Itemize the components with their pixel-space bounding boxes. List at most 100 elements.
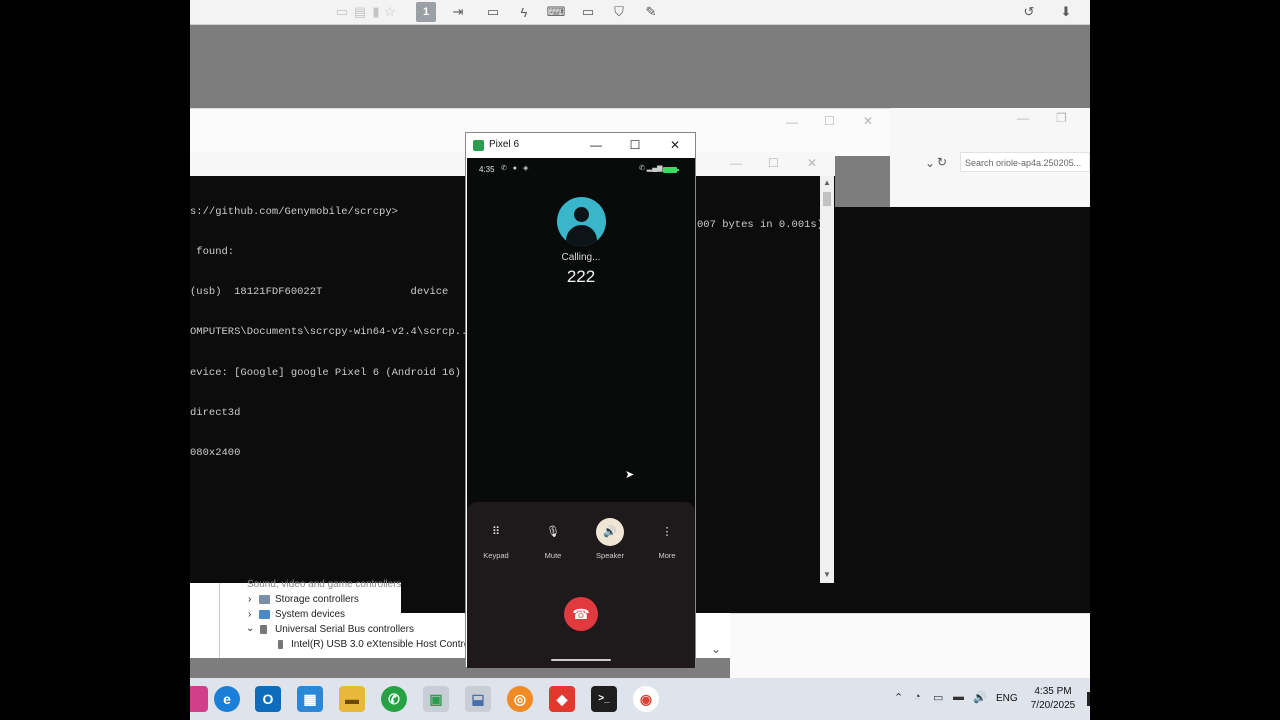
- network-icon[interactable]: ◔: [914, 691, 921, 703]
- phone-screen[interactable]: 4:35 ✆ ● ◈ ✆ ▂▄▆ Calling... 222 ⠿ Keypad…: [467, 158, 695, 668]
- dialed-number: 222: [566, 267, 596, 286]
- terminal-scrollbar[interactable]: ▲ ▼: [820, 176, 834, 583]
- speaker-icon: 🔊: [596, 518, 624, 546]
- terminal-line: 007 bytes in 0.001s): [697, 219, 824, 231]
- terminal-line: direct3d: [190, 406, 241, 419]
- browser-icon[interactable]: ◎: [507, 686, 533, 712]
- speaker-button[interactable]: 🔊 Speaker: [590, 518, 630, 560]
- avatar-body: [566, 225, 597, 246]
- tree-expander[interactable]: ›: [248, 609, 251, 620]
- tree-expander[interactable]: ›: [248, 594, 251, 605]
- terminal-line: (usb) 18121FDF60022T device: [190, 286, 449, 299]
- screen-icon[interactable]: ▭: [578, 2, 598, 22]
- history-icon[interactable]: ↺: [1019, 2, 1039, 22]
- taskbar-edge: [1087, 692, 1090, 706]
- lightning-icon[interactable]: ϟ: [514, 2, 534, 22]
- mouse-cursor-icon: ➤: [625, 469, 635, 481]
- notification-icons: ✆ ● ◈: [501, 165, 531, 172]
- minimize-icon[interactable]: —: [586, 136, 606, 154]
- chat-icon[interactable]: ▭: [483, 2, 503, 22]
- battery-tray-icon[interactable]: ▬: [953, 691, 964, 703]
- whatsapp-icon[interactable]: ✆: [381, 686, 407, 712]
- usb-icon: [260, 625, 267, 634]
- battery-icon: [663, 167, 679, 173]
- end-call-button[interactable]: ☎: [564, 597, 598, 631]
- avatar-head: [574, 207, 589, 222]
- store-icon[interactable]: ▦: [297, 686, 323, 712]
- file-explorer-icon[interactable]: ▬: [339, 686, 365, 712]
- terminal-line: s://github.com/Genymobile/scrcpy>: [190, 205, 398, 218]
- anydesk-icon[interactable]: ◆: [549, 686, 575, 712]
- display-icon[interactable]: ▭: [933, 691, 943, 704]
- scrcpy-app-icon: [473, 140, 484, 151]
- gesture-nav-bar[interactable]: [551, 659, 611, 661]
- maximize-icon[interactable]: ☐: [768, 156, 779, 170]
- terminal-output: s://github.com/Genymobile/scrcpy> found:…: [190, 179, 474, 487]
- download-icon[interactable]: ⬇: [1056, 2, 1076, 22]
- volume-icon[interactable]: 🔊: [973, 691, 987, 704]
- scrcpy-titlebar[interactable]: Pixel 6 — ☐ ✕: [466, 133, 695, 157]
- call-controls-panel: ⠿ Keypad 🎙 Mute 🔊 Speaker ⋮ More ☎: [467, 502, 695, 668]
- search-input[interactable]: Search oriole-ap4a.250205...: [960, 152, 1090, 172]
- scroll-up-icon[interactable]: ▲: [820, 178, 834, 187]
- chevron-up-icon[interactable]: ⌃: [894, 691, 903, 704]
- minimize-icon[interactable]: —: [730, 156, 742, 170]
- edge-icon[interactable]: e: [214, 686, 240, 712]
- language-indicator[interactable]: ENG: [996, 693, 1018, 704]
- terminal-line: 080x2400: [190, 447, 241, 460]
- tree-item[interactable]: Universal Serial Bus controllers: [275, 624, 414, 635]
- close-icon[interactable]: ✕: [665, 136, 685, 154]
- star-icon[interactable]: ☆: [380, 2, 400, 22]
- close-icon[interactable]: ✕: [863, 114, 873, 128]
- minimize-icon[interactable]: —: [786, 115, 798, 129]
- maximize-icon[interactable]: ☐: [824, 114, 835, 128]
- window-title: Pixel 6: [489, 139, 520, 150]
- more-button[interactable]: ⋮ More: [647, 518, 687, 560]
- pen-icon[interactable]: ✎: [641, 2, 661, 22]
- keypad-button[interactable]: ⠿ Keypad: [476, 518, 516, 560]
- mute-button[interactable]: 🎙 Mute: [533, 518, 573, 560]
- scrcpy-window[interactable]: Pixel 6 — ☐ ✕ 4:35 ✆ ● ◈ ✆ ▂▄▆ Calling..…: [465, 132, 696, 668]
- usb-device-icon: [278, 640, 283, 649]
- close-icon[interactable]: ✕: [807, 156, 817, 170]
- status-time: 4:35: [479, 165, 495, 174]
- more-icon: ⋮: [661, 526, 673, 538]
- tab-icon[interactable]: ▭: [332, 2, 352, 22]
- terminal-line: found:: [190, 246, 235, 259]
- refresh-icon[interactable]: ↻: [937, 155, 947, 169]
- letterbox-right: [1090, 0, 1280, 720]
- chevron-down-icon[interactable]: ⌄: [711, 642, 721, 656]
- monitor-1-icon[interactable]: 1: [416, 2, 436, 22]
- background-window-lower: ⌄: [711, 613, 1090, 678]
- tree-item[interactable]: Sound, video and game controllers: [247, 579, 402, 590]
- android-emulator-icon[interactable]: ▣: [423, 686, 449, 712]
- shield-icon[interactable]: ⛉: [609, 2, 629, 22]
- terminal-icon[interactable]: >_: [591, 686, 617, 712]
- tree-item[interactable]: Storage controllers: [275, 594, 359, 605]
- remote-toolbar: ▭ ▤ ▮ ☆ 1 ⇥ ▭ ϟ ⌨ ▭ ⛉ ✎ ↺ ⬇: [190, 0, 1090, 25]
- maximize-icon[interactable]: ☐: [625, 136, 645, 154]
- chrome-icon[interactable]: ◉: [633, 686, 659, 712]
- scroll-down-icon[interactable]: ▼: [820, 570, 834, 579]
- login-icon[interactable]: ⇥: [448, 2, 468, 22]
- keyboard-icon[interactable]: ⌨: [546, 2, 566, 22]
- clock[interactable]: 4:35 PM 7/20/2025: [1028, 685, 1078, 713]
- device-tree: Sound, video and game controllers › Stor…: [219, 579, 474, 658]
- tree-item[interactable]: System devices: [275, 609, 345, 620]
- outlook-icon[interactable]: O: [255, 686, 281, 712]
- hang-up-icon: ☎: [572, 606, 590, 622]
- terminal-line: evice: [Google] google Pixel 6 (Android …: [190, 366, 461, 379]
- desktop-background: [190, 25, 1090, 108]
- background-terminal: [835, 207, 1090, 613]
- keypad-label: Keypad: [483, 551, 509, 560]
- scroll-thumb[interactable]: [823, 192, 831, 206]
- remote-icon[interactable]: ⬓: [465, 686, 491, 712]
- tree-item[interactable]: Intel(R) USB 3.0 eXtensible Host Control…: [291, 639, 474, 650]
- minimize-icon[interactable]: —: [1017, 111, 1029, 125]
- keypad-icon: ⠿: [491, 526, 501, 538]
- restore-icon[interactable]: ❐: [1056, 111, 1067, 125]
- chevron-down-icon[interactable]: ⌄: [925, 156, 935, 170]
- mute-icon: 🎙: [546, 526, 560, 538]
- tree-expander[interactable]: ⌄: [246, 623, 254, 634]
- app-icon-partial[interactable]: [190, 686, 208, 712]
